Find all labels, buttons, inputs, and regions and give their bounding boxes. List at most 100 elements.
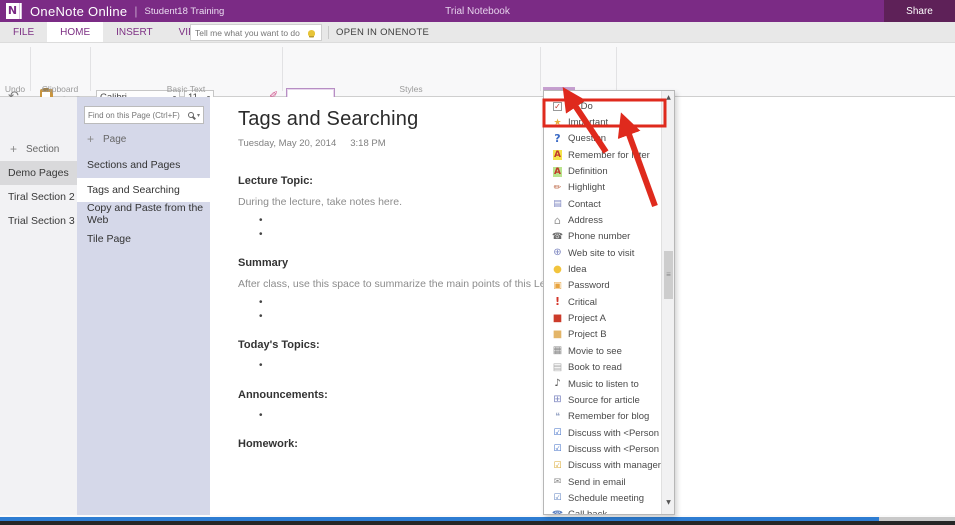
- tag-menu-item[interactable]: A Definition: [544, 163, 674, 179]
- tag-menu-item[interactable]: ☑ Discuss with <Person A>: [544, 425, 674, 441]
- scroll-up-icon[interactable]: ▲: [662, 91, 674, 105]
- tag-menu-item[interactable]: ▣ Password: [544, 278, 674, 294]
- question-icon: ?: [554, 131, 561, 145]
- section-item[interactable]: Demo Pages: [0, 161, 77, 185]
- tell-me-search[interactable]: [190, 24, 322, 41]
- tag-menu-item[interactable]: ! Critical: [544, 294, 674, 310]
- find-on-page-input[interactable]: [88, 110, 187, 120]
- project-b-icon: ■: [552, 328, 563, 340]
- tag-menu-item-label: Send in email: [568, 476, 626, 488]
- password-lock-icon: ▣: [553, 280, 562, 291]
- tag-menu-item-label: Important: [568, 117, 609, 129]
- tag-menu-item[interactable]: ▤ Book to read: [544, 360, 674, 376]
- sections-panel: + Section Demo Pages Tiral Section 2 Trial…: [0, 97, 77, 515]
- page-item[interactable]: Sections and Pages: [77, 153, 210, 178]
- tag-menu-item-label: Discuss with manager: [568, 460, 661, 472]
- tag-menu-item-label: Phone number: [568, 231, 631, 243]
- tag-menu-item[interactable]: ⌂ Address: [544, 212, 674, 228]
- scrollbar-thumb[interactable]: [664, 251, 673, 299]
- tag-menu-item[interactable]: ♪ Music to listen to: [544, 376, 674, 392]
- tag-menu-item-label: Book to read: [568, 362, 622, 374]
- tag-menu-item[interactable]: ● Idea: [544, 261, 674, 277]
- tag-dropdown-menu: ✓ To Do ★ Important ? Question A Remember for l…: [543, 90, 675, 515]
- plus-icon: +: [10, 142, 18, 156]
- phone-icon: ☎: [551, 231, 564, 242]
- tag-menu-item[interactable]: ☑ Schedule meeting: [544, 490, 674, 506]
- tag-menu-item-label: Schedule meeting: [568, 492, 645, 504]
- tag-menu-item-label: Remember for blog: [568, 411, 650, 423]
- page-item[interactable]: Tags and Searching: [77, 177, 210, 203]
- project-a-icon: ■: [552, 312, 563, 324]
- tag-menu-item[interactable]: ☑ Discuss with <Person B>: [544, 441, 674, 457]
- tag-menu-item-label: Movie to see: [568, 345, 622, 357]
- tag-menu-item[interactable]: ❝ Remember for blog: [544, 409, 674, 425]
- tag-menu-item[interactable]: ■ Project B: [544, 327, 674, 343]
- tag-menu-item[interactable]: ✓ To Do: [544, 98, 674, 114]
- page-date: Tuesday, May 20, 2014: [238, 138, 337, 149]
- tab-home[interactable]: HOME: [47, 22, 104, 42]
- group-separator: [616, 47, 617, 91]
- tag-menu-item-label: Remember for later: [568, 149, 650, 161]
- idea-bulb-icon: ●: [553, 263, 562, 275]
- add-section-button[interactable]: + Section: [0, 137, 77, 161]
- tag-menu-item[interactable]: ☎ Phone number: [544, 229, 674, 245]
- dropdown-scrollbar[interactable]: ▲ ▼: [661, 91, 674, 514]
- highlight-pen-icon: ✏: [553, 182, 562, 193]
- top-app-bar: N OneNote Online | Student18 Training Tr…: [0, 0, 955, 22]
- tag-menu-item-label: Critical: [568, 296, 598, 308]
- tag-menu-item-label: Highlight: [568, 182, 605, 194]
- undo-group-label: Undo: [4, 84, 26, 94]
- tag-menu-item[interactable]: ▤ Contact: [544, 196, 674, 212]
- ribbon-tab-bar: FILEHOMEINSERTVIEWPRINT OPEN IN ONENOTE: [0, 22, 955, 43]
- movie-icon: ▦: [552, 345, 563, 357]
- tab-file[interactable]: FILE: [0, 22, 47, 42]
- tag-menu-item-label: Definition: [568, 166, 608, 178]
- tab-insert[interactable]: INSERT: [103, 22, 166, 42]
- page-item[interactable]: Tile Page: [77, 227, 210, 252]
- tab-divider: [328, 26, 329, 39]
- email-icon: ✉: [553, 477, 562, 488]
- find-on-page-search[interactable]: ▾: [84, 106, 204, 124]
- open-in-onenote-button[interactable]: OPEN IN ONENOTE: [336, 22, 429, 43]
- tag-menu-item[interactable]: ▦ Movie to see: [544, 343, 674, 359]
- add-page-button[interactable]: + Page: [77, 127, 210, 151]
- tag-menu-item-label: Discuss with <Person A>: [568, 427, 674, 439]
- section-item[interactable]: Tiral Section 2: [0, 185, 77, 209]
- section-item[interactable]: Trial Section 3: [0, 209, 77, 233]
- tell-me-input[interactable]: [195, 27, 308, 38]
- tag-menu-item[interactable]: ✉ Send in email: [544, 474, 674, 490]
- tag-menu-item[interactable]: ⊕ Web site to visit: [544, 245, 674, 261]
- page-item[interactable]: Copy and Paste from the Web: [77, 202, 210, 227]
- tag-menu-item[interactable]: ✏ Highlight: [544, 180, 674, 196]
- scroll-down-icon[interactable]: ▼: [662, 496, 674, 510]
- remember-later-icon: A: [552, 150, 563, 161]
- critical-icon: !: [554, 295, 561, 309]
- tag-menu-item-label: Project B: [568, 329, 607, 341]
- tag-menu-item[interactable]: A Remember for later: [544, 147, 674, 163]
- source-article-icon: ⊞: [553, 394, 562, 406]
- book-icon: ▤: [552, 361, 563, 373]
- search-icon: [187, 112, 194, 118]
- tag-menu-item-label: To Do: [568, 100, 593, 112]
- definition-icon: A: [552, 166, 563, 177]
- lightbulb-icon: [308, 29, 315, 36]
- tag-menu-item-label: Call back: [568, 509, 608, 515]
- share-button[interactable]: Share: [884, 0, 955, 22]
- tag-menu-item[interactable]: ☎ Call back: [544, 507, 674, 515]
- tag-menu-item-label: Contact: [568, 198, 601, 210]
- blog-bubble-icon: ❝: [555, 411, 560, 422]
- tag-menu-item-label: Source for article: [568, 394, 640, 406]
- search-caret[interactable]: ▾: [197, 112, 200, 119]
- todo-checkbox-icon: ✓: [553, 101, 562, 111]
- tag-menu-item[interactable]: ■ Project A: [544, 310, 674, 326]
- plus-icon: +: [87, 132, 95, 146]
- tag-menu-item[interactable]: ☑ Discuss with manager: [544, 458, 674, 474]
- tag-menu-item-label: Project A: [568, 313, 607, 325]
- tag-menu-item[interactable]: ⊞ Source for article: [544, 392, 674, 408]
- tag-menu-item[interactable]: ★ Important: [544, 114, 674, 130]
- clipboard-group-label: Clipboard: [41, 84, 79, 94]
- page-time: 3:18 PM: [350, 138, 386, 149]
- tag-menu-item-label: Password: [568, 280, 610, 292]
- important-star-icon: ★: [553, 117, 562, 128]
- tag-menu-item[interactable]: ? Question: [544, 131, 674, 147]
